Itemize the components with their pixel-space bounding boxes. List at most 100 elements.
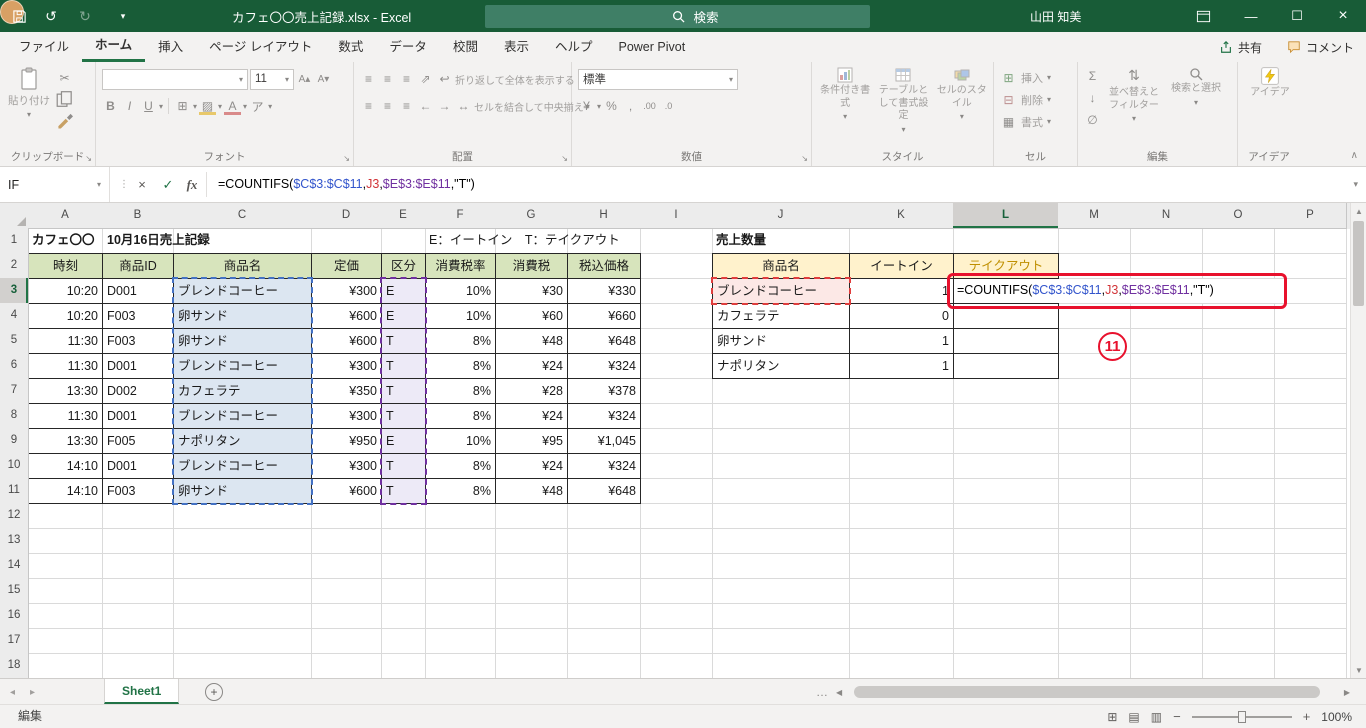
cell-H2[interactable]: 税込価格 xyxy=(567,253,641,279)
close-button[interactable]: × xyxy=(1320,0,1366,32)
cell-D4[interactable]: ¥600 xyxy=(311,303,382,329)
row-header-10[interactable]: 10 xyxy=(0,453,29,479)
cell-A2[interactable]: 時刻 xyxy=(28,253,103,279)
tab-formulas[interactable]: 数式 xyxy=(325,32,376,62)
cancel-button[interactable]: × xyxy=(130,167,154,202)
comma-format-button[interactable]: , xyxy=(622,97,639,115)
column-header-P[interactable]: P xyxy=(1274,203,1347,229)
zoom-in-button[interactable]: + xyxy=(1303,709,1311,724)
previous-sheet-button[interactable]: ◂ xyxy=(10,679,15,705)
dialog-launcher-icon[interactable]: ↘ xyxy=(561,154,568,163)
cell-H3[interactable]: ¥330 xyxy=(567,278,641,304)
sheet-tab-sheet1[interactable]: Sheet1 xyxy=(104,679,180,704)
cell-F8[interactable]: 8% xyxy=(425,403,496,429)
horizontal-scrollbar-thumb[interactable] xyxy=(854,686,1320,698)
dialog-launcher-icon[interactable]: ↘ xyxy=(343,154,350,163)
cell-C8[interactable]: ブレンドコーヒー xyxy=(173,403,312,429)
fill-color-button[interactable]: ▨ xyxy=(199,97,216,115)
cell-B2[interactable]: 商品ID xyxy=(102,253,174,279)
cell-F3[interactable]: 10% xyxy=(425,278,496,304)
scroll-down-button[interactable]: ▼ xyxy=(1351,662,1366,678)
number-format-combo[interactable]: 標準 ▾ xyxy=(578,68,738,90)
cell-G11[interactable]: ¥48 xyxy=(495,478,568,504)
row-header-15[interactable]: 15 xyxy=(0,578,29,604)
align-middle-button[interactable]: ≡ xyxy=(379,70,396,88)
cell-H11[interactable]: ¥648 xyxy=(567,478,641,504)
cell-F11[interactable]: 8% xyxy=(425,478,496,504)
vertical-scrollbar-thumb[interactable] xyxy=(1353,221,1364,306)
row-header-17[interactable]: 17 xyxy=(0,628,29,654)
cell-B8[interactable]: D001 xyxy=(102,403,174,429)
cell-L5[interactable] xyxy=(953,328,1059,354)
zoom-slider[interactable] xyxy=(1191,710,1292,723)
row-header-6[interactable]: 6 xyxy=(0,353,29,379)
shrink-font-button[interactable]: A▾ xyxy=(315,70,332,88)
cell-A5[interactable]: 11:30 xyxy=(28,328,103,354)
cell-A4[interactable]: 10:20 xyxy=(28,303,103,329)
cell-C9[interactable]: ナポリタン xyxy=(173,428,312,454)
formula-bar-expand-button[interactable]: ▾ xyxy=(1353,167,1358,202)
cell-E5[interactable]: T xyxy=(381,328,426,354)
share-button[interactable]: 共有 xyxy=(1219,32,1262,62)
cell-J3[interactable]: ブレンドコーヒー xyxy=(712,278,850,304)
cell-B11[interactable]: F003 xyxy=(102,478,174,504)
tab-home[interactable]: ホーム xyxy=(82,32,146,62)
next-sheet-button[interactable]: ▸ xyxy=(30,679,35,705)
row-header-18[interactable]: 18 xyxy=(0,653,29,678)
cell-F6[interactable]: 8% xyxy=(425,353,496,379)
scroll-right-button[interactable]: ▶ xyxy=(1344,679,1350,705)
active-cell-edit[interactable]: =COUNTIFS($C$3:$C$11,J3,$E$3:$E$11,"T") xyxy=(954,279,1282,303)
cell-K2[interactable]: イートイン xyxy=(849,253,954,279)
tab-insert[interactable]: 挿入 xyxy=(145,32,196,62)
insert-function-button[interactable]: fx xyxy=(180,167,204,202)
cell-C11[interactable]: 卵サンド xyxy=(173,478,312,504)
cell-H7[interactable]: ¥378 xyxy=(567,378,641,404)
cell-A6[interactable]: 11:30 xyxy=(28,353,103,379)
cell-B6[interactable]: D001 xyxy=(102,353,174,379)
tab-page-layout[interactable]: ページ レイアウト xyxy=(196,32,325,62)
cell-A7[interactable]: 13:30 xyxy=(28,378,103,404)
cell-E4[interactable]: E xyxy=(381,303,426,329)
cell-A8[interactable]: 11:30 xyxy=(28,403,103,429)
column-header-D[interactable]: D xyxy=(311,203,382,229)
zoom-slider-thumb[interactable] xyxy=(1237,710,1246,723)
column-header-C[interactable]: C xyxy=(173,203,312,229)
collapse-ribbon-button[interactable]: ∧ xyxy=(1351,150,1358,161)
sort-filter-button[interactable]: ⇅ 並べ替えとフィルター ▾ xyxy=(1105,67,1163,129)
cell-F1[interactable]: E：イートイン T：テイクアウト xyxy=(425,228,620,254)
cell-C10[interactable]: ブレンドコーヒー xyxy=(173,453,312,479)
new-sheet-button[interactable]: + xyxy=(205,683,223,701)
select-all-button[interactable] xyxy=(0,203,29,229)
tab-review[interactable]: 校閲 xyxy=(440,32,491,62)
cell-B7[interactable]: D002 xyxy=(102,378,174,404)
undo-button[interactable]: ↺ xyxy=(38,0,64,32)
quick-access-dropdown[interactable]: ▾ xyxy=(110,0,136,32)
view-page-layout-button[interactable]: ▤ xyxy=(1128,710,1139,724)
fill-button[interactable]: ↓ xyxy=(1084,89,1101,107)
column-header-A[interactable]: A xyxy=(28,203,103,229)
cell-F4[interactable]: 10% xyxy=(425,303,496,329)
cell-F9[interactable]: 10% xyxy=(425,428,496,454)
cell-A11[interactable]: 14:10 xyxy=(28,478,103,504)
font-name-combo[interactable]: ▾ xyxy=(102,68,248,90)
copy-button[interactable] xyxy=(56,90,73,108)
cell-G6[interactable]: ¥24 xyxy=(495,353,568,379)
cut-button[interactable]: ✂ xyxy=(56,69,73,87)
column-header-K[interactable]: K xyxy=(849,203,954,229)
autosum-button[interactable]: Σ xyxy=(1084,67,1101,85)
cell-B9[interactable]: F005 xyxy=(102,428,174,454)
view-normal-button[interactable]: ⊞ xyxy=(1107,710,1117,724)
column-header-N[interactable]: N xyxy=(1130,203,1203,229)
cell-D9[interactable]: ¥950 xyxy=(311,428,382,454)
tab-view[interactable]: 表示 xyxy=(491,32,542,62)
dialog-launcher-icon[interactable]: ↘ xyxy=(801,154,808,163)
search-box[interactable]: 検索 xyxy=(485,5,870,28)
delete-cells-button[interactable]: ⊟ 削除 ▾ xyxy=(1000,89,1073,110)
enter-button[interactable]: ✓ xyxy=(156,167,180,202)
column-header-F[interactable]: F xyxy=(425,203,496,229)
column-header-J[interactable]: J xyxy=(712,203,850,229)
cell-A3[interactable]: 10:20 xyxy=(28,278,103,304)
cell-D5[interactable]: ¥600 xyxy=(311,328,382,354)
increase-indent-button[interactable]: → xyxy=(436,97,453,115)
conditional-formatting-button[interactable]: 条件付き書式 ▾ xyxy=(818,67,872,135)
